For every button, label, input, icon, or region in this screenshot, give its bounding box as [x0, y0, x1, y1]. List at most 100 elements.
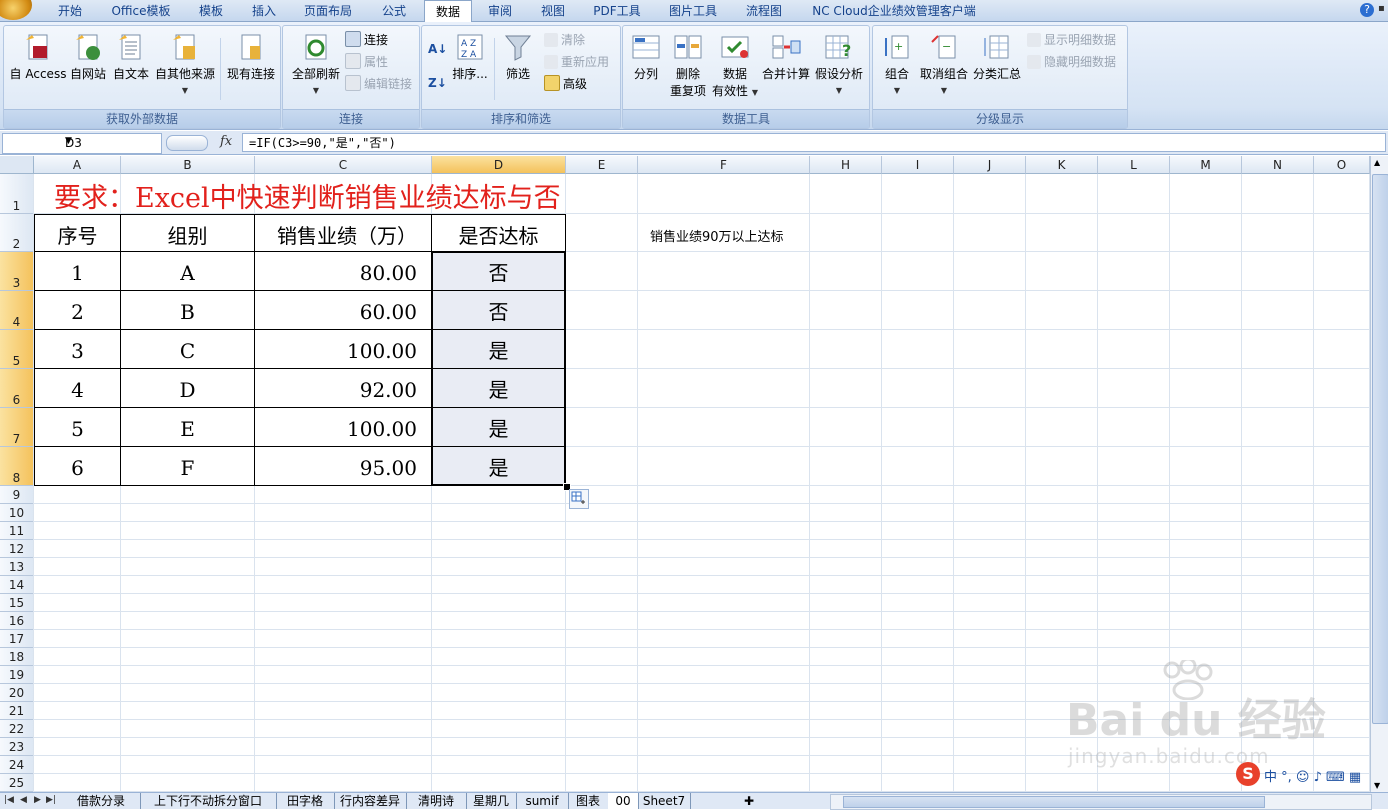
ungroup-button[interactable]: − 取消组合 ▼ — [919, 32, 969, 96]
row-header-19[interactable]: 19 — [0, 666, 34, 684]
table-cell[interactable]: 是 — [432, 330, 566, 369]
row-header-4[interactable]: 4 — [0, 291, 34, 330]
header-cell[interactable]: 序号 — [34, 214, 121, 252]
properties-button[interactable]: 属性 — [345, 53, 388, 71]
sheet-tab[interactable]: 00 — [608, 793, 639, 809]
edit-links-button[interactable]: 编辑链接 — [345, 75, 412, 93]
prev-sheet-icon[interactable]: ◀ — [20, 795, 27, 805]
hide-detail-button[interactable]: 隐藏明细数据 — [1027, 53, 1116, 71]
sheet-tab[interactable]: 行内容差异 — [334, 793, 407, 809]
row-header-10[interactable]: 10 — [0, 504, 34, 522]
insert-function-icon[interactable]: fx — [220, 134, 232, 149]
row-header-23[interactable]: 23 — [0, 738, 34, 756]
next-sheet-icon[interactable]: ▶ — [34, 795, 41, 805]
sheet-title[interactable]: 要求：Excel中快速判断销售业绩达标与否 — [54, 176, 561, 215]
existing-connections-button[interactable]: 现有连接 — [224, 32, 278, 82]
sheet-tab[interactable]: sumif — [516, 793, 569, 809]
first-sheet-icon[interactable]: |◀ — [4, 795, 14, 805]
vertical-scroll-thumb[interactable] — [1372, 174, 1388, 724]
scroll-up-icon[interactable]: ▲ — [1374, 158, 1380, 167]
table-cell[interactable]: 92.00 — [255, 369, 432, 408]
table-cell[interactable]: 是 — [432, 447, 566, 486]
table-cell[interactable]: 100.00 — [255, 330, 432, 369]
column-header-O[interactable]: O — [1314, 156, 1370, 174]
tab-review[interactable]: 审阅 — [476, 0, 524, 22]
row-header-12[interactable]: 12 — [0, 540, 34, 558]
row-header-1[interactable]: 1 — [0, 174, 34, 214]
row-header-13[interactable]: 13 — [0, 558, 34, 576]
column-header-A[interactable]: A — [34, 156, 121, 174]
requirement-note[interactable]: 销售业绩90万以上达标 — [650, 226, 784, 245]
reapply-button[interactable]: 重新应用 — [544, 53, 609, 71]
row-header-17[interactable]: 17 — [0, 630, 34, 648]
row-header-5[interactable]: 5 — [0, 330, 34, 369]
row-header-16[interactable]: 16 — [0, 612, 34, 630]
table-cell[interactable]: A — [121, 252, 255, 291]
table-cell[interactable]: 5 — [34, 408, 121, 447]
select-all-corner[interactable] — [0, 156, 34, 174]
table-cell[interactable]: 95.00 — [255, 447, 432, 486]
row-header-14[interactable]: 14 — [0, 576, 34, 594]
tab-formulas[interactable]: 公式 — [370, 0, 418, 22]
last-sheet-icon[interactable]: ▶| — [46, 795, 56, 805]
ime-status[interactable]: 中 °, ☺ ♪ ⌨ ▦ — [1264, 766, 1361, 785]
sheet-tab[interactable]: 图表 — [568, 793, 609, 809]
row-header-18[interactable]: 18 — [0, 648, 34, 666]
sheet-tab[interactable]: 清明诗 — [406, 793, 467, 809]
tab-flowchart[interactable]: 流程图 — [736, 0, 792, 22]
table-cell[interactable]: 4 — [34, 369, 121, 408]
chevron-down-icon[interactable]: ▼ — [65, 136, 157, 146]
from-other-sources-button[interactable]: 自其他来源 ▼ — [154, 32, 216, 96]
column-header-E[interactable]: E — [566, 156, 638, 174]
tab-view[interactable]: 视图 — [530, 0, 576, 22]
what-if-analysis-button[interactable]: ? 假设分析 ▼ — [813, 32, 865, 96]
office-button[interactable] — [0, 0, 32, 20]
table-cell[interactable]: B — [121, 291, 255, 330]
group-button[interactable]: + 组合 ▼ — [877, 32, 917, 96]
filter-button[interactable]: 筛选 — [500, 32, 536, 82]
paste-options-icon[interactable] — [569, 489, 589, 509]
tab-nc-cloud[interactable]: NC Cloud企业绩效管理客户端 — [804, 0, 984, 22]
table-cell[interactable]: 80.00 — [255, 252, 432, 291]
row-header-15[interactable]: 15 — [0, 594, 34, 612]
column-header-B[interactable]: B — [121, 156, 255, 174]
column-header-M[interactable]: M — [1170, 156, 1242, 174]
table-cell[interactable]: 1 — [34, 252, 121, 291]
ime-toolbar[interactable]: S 中 °, ☺ ♪ ⌨ ▦ — [1236, 762, 1388, 788]
tab-office-templates[interactable]: Office模板 — [102, 0, 180, 22]
sheet-tab[interactable]: Sheet7 — [638, 793, 691, 809]
table-cell[interactable]: 100.00 — [255, 408, 432, 447]
row-header-21[interactable]: 21 — [0, 702, 34, 720]
tab-image-tools[interactable]: 图片工具 — [660, 0, 726, 22]
from-access-button[interactable]: 自 Access — [8, 32, 68, 82]
tab-insert[interactable]: 插入 — [240, 0, 288, 22]
table-cell[interactable]: 6 — [34, 447, 121, 486]
table-cell[interactable]: D — [121, 369, 255, 408]
table-cell[interactable]: 2 — [34, 291, 121, 330]
tab-data[interactable]: 数据 — [424, 0, 472, 24]
table-cell[interactable]: 否 — [432, 252, 566, 291]
row-header-25[interactable]: 25 — [0, 774, 34, 792]
table-cell[interactable]: C — [121, 330, 255, 369]
connections-button[interactable]: 连接 — [345, 31, 388, 49]
row-header-22[interactable]: 22 — [0, 720, 34, 738]
column-header-N[interactable]: N — [1242, 156, 1314, 174]
sheet-tab[interactable]: 上下行不动拆分窗口 — [140, 793, 277, 809]
show-detail-button[interactable]: 显示明细数据 — [1027, 31, 1116, 49]
sogou-logo-icon[interactable]: S — [1236, 762, 1260, 786]
header-cell[interactable]: 销售业绩（万） — [255, 214, 432, 252]
table-cell[interactable]: 60.00 — [255, 291, 432, 330]
row-header-20[interactable]: 20 — [0, 684, 34, 702]
sheet-tab[interactable]: 田字格 — [276, 793, 335, 809]
table-cell[interactable]: E — [121, 408, 255, 447]
vertical-scrollbar[interactable]: ▲ ▼ — [1370, 156, 1388, 792]
help-icon[interactable]: ? — [1360, 3, 1374, 17]
column-header-C[interactable]: C — [255, 156, 432, 174]
row-header-11[interactable]: 11 — [0, 522, 34, 540]
row-header-9[interactable]: 9 — [0, 486, 34, 504]
table-cell[interactable]: F — [121, 447, 255, 486]
clear-button[interactable]: 清除 — [544, 31, 585, 49]
column-header-F[interactable]: F — [638, 156, 810, 174]
table-cell[interactable]: 否 — [432, 291, 566, 330]
table-cell[interactable]: 是 — [432, 408, 566, 447]
